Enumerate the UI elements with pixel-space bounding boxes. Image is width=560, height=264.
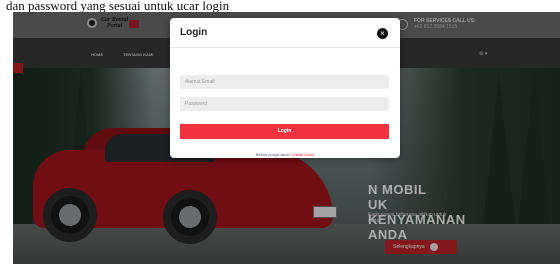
modal-header: Login × bbox=[170, 18, 400, 48]
page-caption: dan password yang sesuai untuk ucar logi… bbox=[0, 0, 560, 12]
register-prompt-text: Belum punya akun? bbox=[255, 152, 292, 157]
close-icon[interactable]: × bbox=[377, 28, 388, 39]
modal-title: Login bbox=[180, 27, 208, 38]
screenshot-stage: dan password yang sesuai untuk ucar logi… bbox=[0, 0, 560, 264]
register-prompt: Belum punya akun? Daftar Disini bbox=[170, 152, 400, 157]
email-field[interactable] bbox=[180, 75, 389, 89]
login-button[interactable]: Login bbox=[180, 124, 389, 139]
password-field[interactable] bbox=[180, 97, 389, 111]
login-modal: Login × Login Belum punya akun? Daftar D… bbox=[170, 18, 400, 158]
register-link[interactable]: Daftar Disini bbox=[292, 152, 314, 157]
